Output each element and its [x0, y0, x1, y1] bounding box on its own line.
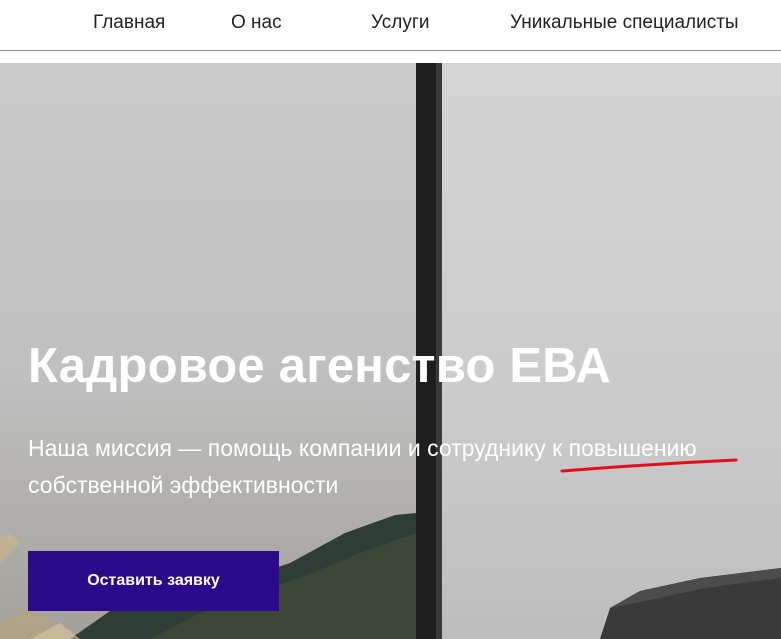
hero-title: Кадровое агенство ЕВА	[28, 339, 611, 393]
nav-link-specialists[interactable]: Уникальные специалисты	[510, 12, 739, 34]
nav-link-home[interactable]: Главная	[93, 12, 165, 34]
hero-subtitle-line-2: собственной эффективности	[28, 472, 339, 498]
top-navigation: Главная О нас Услуги Уникальные специали…	[0, 0, 781, 51]
nav-link-services[interactable]: Услуги	[371, 12, 429, 34]
red-underline-annotation	[560, 458, 738, 473]
hero-section: Кадровое агенство ЕВА Наша миссия — помо…	[0, 63, 781, 639]
submit-request-button[interactable]: Оставить заявку	[28, 551, 279, 611]
nav-link-about[interactable]: О нас	[231, 12, 282, 34]
